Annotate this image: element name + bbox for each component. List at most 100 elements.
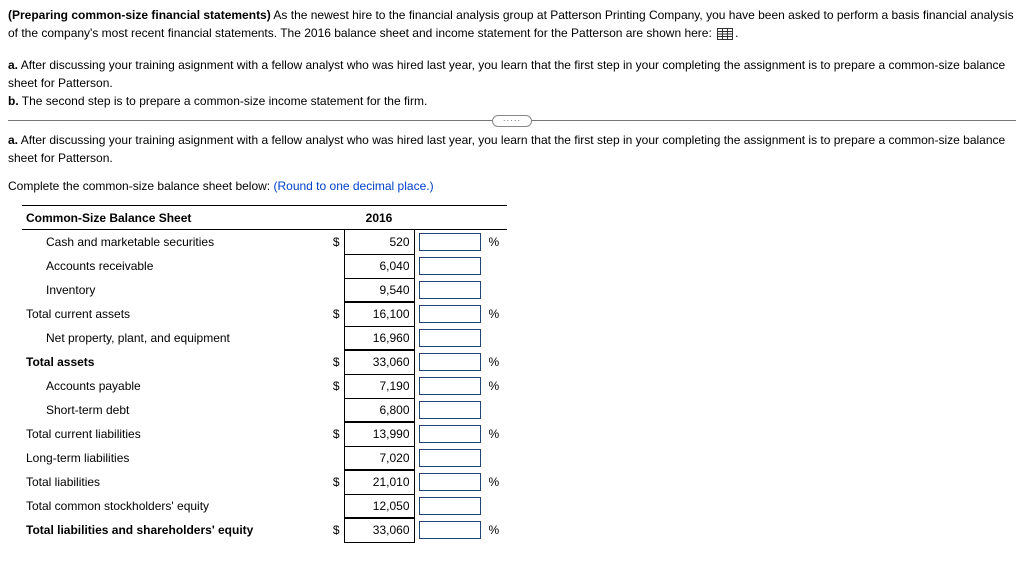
percent-symbol bbox=[485, 254, 507, 278]
row-label: Total current assets bbox=[22, 302, 322, 326]
percent-input-cell bbox=[414, 302, 485, 326]
table-row: Total assets$33,060% bbox=[22, 350, 507, 374]
percent-symbol: % bbox=[485, 350, 507, 374]
row-value: 21,010 bbox=[344, 470, 414, 494]
table-header-spacer bbox=[322, 206, 344, 230]
percent-input-cell bbox=[414, 326, 485, 350]
row-value: 6,040 bbox=[344, 254, 414, 278]
currency-symbol: $ bbox=[322, 422, 344, 446]
row-label: Total assets bbox=[22, 350, 322, 374]
table-header-year: 2016 bbox=[344, 206, 414, 230]
percent-input-cell bbox=[414, 254, 485, 278]
table-row: Cash and marketable securities$520% bbox=[22, 230, 507, 255]
percent-input-cell bbox=[414, 374, 485, 398]
row-value: 9,540 bbox=[344, 278, 414, 302]
currency-symbol: $ bbox=[322, 230, 344, 255]
percent-symbol bbox=[485, 326, 507, 350]
percent-input[interactable] bbox=[419, 377, 481, 395]
item-a-label: a. bbox=[8, 58, 18, 72]
row-value: 16,100 bbox=[344, 302, 414, 326]
percent-symbol bbox=[485, 278, 507, 302]
percent-input[interactable] bbox=[419, 305, 481, 323]
row-value: 16,960 bbox=[344, 326, 414, 350]
percent-input[interactable] bbox=[419, 257, 481, 275]
problem-intro: (Preparing common-size financial stateme… bbox=[8, 6, 1016, 42]
balance-sheet-table: Common-Size Balance Sheet 2016 Cash and … bbox=[22, 205, 507, 543]
percent-input[interactable] bbox=[419, 521, 481, 539]
row-value: 7,020 bbox=[344, 446, 414, 470]
percent-input-cell bbox=[414, 230, 485, 255]
percent-symbol bbox=[485, 446, 507, 470]
table-row: Short-term debt 6,800 bbox=[22, 398, 507, 422]
row-label: Total liabilities and shareholders' equi… bbox=[22, 518, 322, 542]
row-label: Inventory bbox=[22, 278, 322, 302]
percent-input-cell bbox=[414, 494, 485, 518]
currency-symbol: $ bbox=[322, 374, 344, 398]
row-label: Accounts receivable bbox=[22, 254, 322, 278]
currency-symbol bbox=[322, 278, 344, 302]
percent-input[interactable] bbox=[419, 473, 481, 491]
percent-input-cell bbox=[414, 398, 485, 422]
item-b-label: b. bbox=[8, 94, 19, 108]
table-row: Net property, plant, and equipment 16,960 bbox=[22, 326, 507, 350]
row-value: 13,990 bbox=[344, 422, 414, 446]
currency-symbol: $ bbox=[322, 350, 344, 374]
item-b-text: The second step is to prepare a common-s… bbox=[19, 94, 428, 108]
percent-symbol: % bbox=[485, 374, 507, 398]
table-row: Total current liabilities$13,990% bbox=[22, 422, 507, 446]
row-label: Total current liabilities bbox=[22, 422, 322, 446]
row-label: Short-term debt bbox=[22, 398, 322, 422]
table-row: Inventory 9,540 bbox=[22, 278, 507, 302]
percent-input[interactable] bbox=[419, 329, 481, 347]
percent-input-cell bbox=[414, 278, 485, 302]
row-label: Total liabilities bbox=[22, 470, 322, 494]
currency-symbol: $ bbox=[322, 302, 344, 326]
data-table-icon[interactable] bbox=[717, 28, 733, 40]
row-value: 6,800 bbox=[344, 398, 414, 422]
percent-input[interactable] bbox=[419, 425, 481, 443]
currency-symbol bbox=[322, 446, 344, 470]
percent-symbol: % bbox=[485, 422, 507, 446]
percent-input[interactable] bbox=[419, 497, 481, 515]
percent-input-cell bbox=[414, 470, 485, 494]
row-label: Net property, plant, and equipment bbox=[22, 326, 322, 350]
currency-symbol bbox=[322, 326, 344, 350]
percent-symbol bbox=[485, 494, 507, 518]
percent-input[interactable] bbox=[419, 233, 481, 251]
currency-symbol bbox=[322, 398, 344, 422]
percent-input[interactable] bbox=[419, 353, 481, 371]
table-row: Total liabilities and shareholders' equi… bbox=[22, 518, 507, 542]
intro-period: . bbox=[735, 26, 738, 40]
instruction-line: Complete the common-size balance sheet b… bbox=[8, 179, 1016, 193]
percent-input[interactable] bbox=[419, 281, 481, 299]
row-label: Total common stockholders' equity bbox=[22, 494, 322, 518]
task-list: a. After discussing your training asignm… bbox=[8, 56, 1016, 110]
percent-symbol: % bbox=[485, 518, 507, 542]
percent-symbol: % bbox=[485, 470, 507, 494]
table-row: Total liabilities$21,010% bbox=[22, 470, 507, 494]
percent-input-cell bbox=[414, 446, 485, 470]
table-header-title: Common-Size Balance Sheet bbox=[22, 206, 322, 230]
row-value: 520 bbox=[344, 230, 414, 255]
row-value: 33,060 bbox=[344, 518, 414, 542]
part-a-prompt: a. After discussing your training asignm… bbox=[8, 131, 1016, 167]
part-a-label: a. bbox=[8, 133, 18, 147]
item-a-text: After discussing your training asignment… bbox=[8, 58, 1005, 90]
table-header-spacer bbox=[485, 206, 507, 230]
part-a-text: After discussing your training asignment… bbox=[8, 133, 1005, 165]
percent-input[interactable] bbox=[419, 449, 481, 467]
instruction-prefix: Complete the common-size balance sheet b… bbox=[8, 179, 273, 193]
percent-input-cell bbox=[414, 518, 485, 542]
row-label: Long-term liabilities bbox=[22, 446, 322, 470]
currency-symbol: $ bbox=[322, 518, 344, 542]
table-row: Accounts payable$7,190% bbox=[22, 374, 507, 398]
table-row: Accounts receivable 6,040 bbox=[22, 254, 507, 278]
instruction-hint: (Round to one decimal place.) bbox=[273, 179, 433, 193]
percent-input-cell bbox=[414, 422, 485, 446]
percent-input[interactable] bbox=[419, 401, 481, 419]
percent-symbol bbox=[485, 398, 507, 422]
table-row: Total current assets$16,100% bbox=[22, 302, 507, 326]
currency-symbol bbox=[322, 254, 344, 278]
table-row: Long-term liabilities 7,020 bbox=[22, 446, 507, 470]
row-value: 12,050 bbox=[344, 494, 414, 518]
